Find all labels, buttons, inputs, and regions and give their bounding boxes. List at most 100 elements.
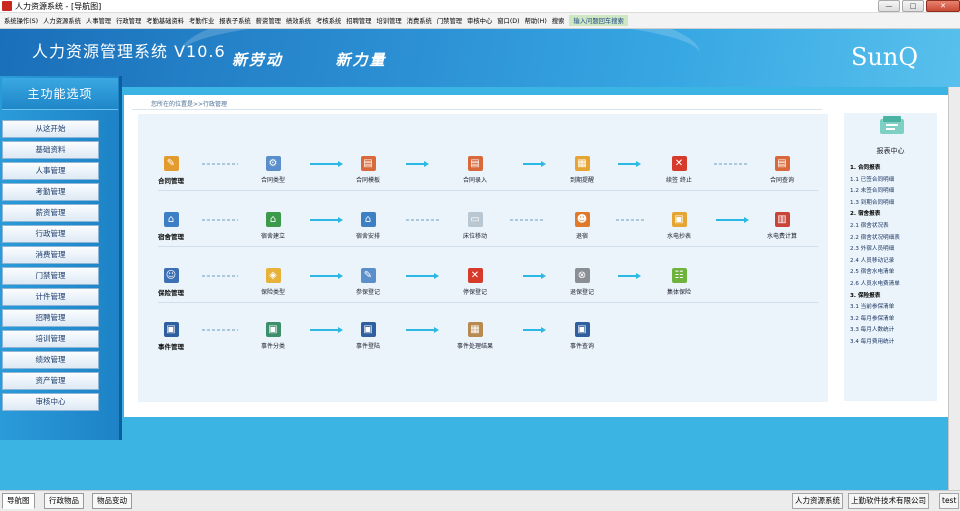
report-section[interactable]: 2. 宿舍报表 [850,209,936,221]
calendar-icon: ▦ [574,156,590,171]
flow-suspend[interactable]: ✕ 停保登记 [446,268,504,296]
report-center-icon[interactable] [878,116,906,136]
menu-attendance-basic[interactable]: 考勤基础资料 [146,16,184,25]
flow-insurance-head[interactable]: ☺ 保险管理 [142,268,200,297]
report-section[interactable]: 1. 合同报表 [850,163,936,175]
flow-event-query[interactable]: ▣ 事件查询 [553,322,611,350]
flow-event-head[interactable]: ▣ 事件管理 [142,322,200,351]
flow-dorm-head[interactable]: ⌂ 宿舍管理 [142,212,200,241]
insurance-icon: ☺ [163,268,179,283]
report-item[interactable]: 2.5 宿舍水电清单 [850,267,936,279]
report-item[interactable]: 2.6 人员水电费清单 [850,279,936,291]
flow-expiry-reminder[interactable]: ▦ 到期提醒 [553,156,611,184]
slogan-part-2: 新力量 [335,51,387,69]
menu-help[interactable]: 帮助(H) [525,16,547,25]
flow-enroll[interactable]: ✎ 参保登记 [339,268,397,296]
row-divider [158,246,818,247]
report-item[interactable]: 2.3 外宿人员明细 [850,244,936,256]
slogan: 新劳动 新力量 [232,49,387,70]
search-input[interactable]: 输入问题回车搜索 [569,15,628,26]
main-panel: 您所在的位置是>>行政管理 ✎ 合同管理 ⚙ 合同类型 ▤ 合同模板 ▤ 合同录… [124,95,948,417]
flow-event-category[interactable]: ▣ 事件分类 [244,322,302,350]
flow-bed-move[interactable]: ▭ 床位移动 [446,212,504,240]
flow-event-result[interactable]: ▦ 事件处理结果 [446,322,504,350]
report-section[interactable]: 3. 保险报表 [850,291,936,303]
tab-item-changes[interactable]: 物品变动 [92,493,132,509]
sidebar-item-start[interactable]: 从这开始 [2,120,99,138]
menu-consumption[interactable]: 消费系统 [407,16,432,25]
report-item[interactable]: 3.2 每月参保清单 [850,314,936,326]
flow-checkout[interactable]: ☻ 退宿 [553,212,611,240]
flow-group-insurance[interactable]: ☷ 集体保险 [650,268,708,296]
close-button[interactable]: ✕ [926,0,960,12]
flow-arrow [406,273,439,279]
report-item[interactable]: 3.3 每月人数统计 [850,325,936,337]
flow-insurance-type[interactable]: ◈ 保险类型 [244,268,302,296]
report-item[interactable]: 1.3 到期合同明细 [850,198,936,210]
flow-meter-reading[interactable]: ▣ 水电抄表 [650,212,708,240]
window-controls: — □ ✕ [876,0,960,13]
sidebar-item-audit[interactable]: 审核中心 [2,393,99,411]
insurance-type-icon: ◈ [265,268,281,283]
sidebar-item-access[interactable]: 门禁管理 [2,267,99,285]
flow-dorm-setup[interactable]: ⌂ 宿舍建立 [244,212,302,240]
flow-contract-template[interactable]: ▤ 合同模板 [339,156,397,184]
flow-dorm-assign[interactable]: ⌂ 宿舍安排 [339,212,397,240]
menu-hr-system[interactable]: 人力资源系统 [43,16,81,25]
report-item[interactable]: 3.1 当前参保清单 [850,302,936,314]
menu-audit[interactable]: 审核中心 [467,16,492,25]
maximize-button[interactable]: □ [902,0,924,12]
sidebar-item-basic-data[interactable]: 基础资料 [2,141,99,159]
tab-navigation[interactable]: 导航图 [2,493,35,509]
menu-salary[interactable]: 薪资管理 [256,16,281,25]
dorm-setup-icon: ⌂ [265,212,281,227]
report-item[interactable]: 1.1 已签合同明细 [850,175,936,187]
flow-withdraw[interactable]: ⊗ 退保登记 [553,268,611,296]
menu-attendance-ops[interactable]: 考勤作业 [189,16,214,25]
sidebar-item-training[interactable]: 培训管理 [2,330,99,348]
sidebar-item-attendance[interactable]: 考勤管理 [2,183,99,201]
sidebar-item-consumption[interactable]: 消费管理 [2,246,99,264]
menu-window[interactable]: 窗口(D) [497,16,519,25]
report-item[interactable]: 2.2 宿舍状况明细表 [850,233,936,245]
menu-assessment[interactable]: 考核系统 [316,16,341,25]
report-item[interactable]: 2.1 宿舍状况表 [850,221,936,233]
menu-access[interactable]: 门禁管理 [437,16,462,25]
flow-connector [202,219,238,222]
sidebar-item-admin[interactable]: 行政管理 [2,225,99,243]
sidebar-item-salary[interactable]: 薪资管理 [2,204,99,222]
flow-connector [616,219,646,222]
menu-system[interactable]: 系统操作(S) [4,16,38,25]
report-item[interactable]: 3.4 每月费用统计 [850,337,936,349]
report-item[interactable]: 1.2 未签合同明细 [850,186,936,198]
flow-utility-calc[interactable]: ▥ 水电费计算 [753,212,811,240]
menu-performance[interactable]: 绩效系统 [286,16,311,25]
sidebar-item-piecework[interactable]: 计件管理 [2,288,99,306]
menu-personnel[interactable]: 人事管理 [86,16,111,25]
sidebar-item-performance[interactable]: 绩效管理 [2,351,99,369]
report-center: 报表中心 1. 合同报表 1.1 已签合同明细 1.2 未签合同明细 1.3 到… [844,113,937,401]
flow-event-register[interactable]: ▣ 事件登陆 [339,322,397,350]
flow-contract-head[interactable]: ✎ 合同管理 [142,156,200,185]
report-item[interactable]: 2.4 人员移动记录 [850,256,936,268]
sidebar-item-recruit[interactable]: 招聘管理 [2,309,99,327]
menu-reports[interactable]: 报表子系统 [219,16,250,25]
sidebar-item-assets[interactable]: 资产管理 [2,372,99,390]
breadcrumb: 您所在的位置是>>行政管理 [151,101,228,108]
flow-renew-terminate[interactable]: ✕ 续签 终止 [650,156,708,184]
menu-search[interactable]: 搜索 [552,16,565,25]
sidebar-title: 主功能选项 [2,78,118,110]
sidebar-item-personnel[interactable]: 人事管理 [2,162,99,180]
menu-admin[interactable]: 行政管理 [116,16,141,25]
menu-recruit[interactable]: 招聘管理 [346,16,371,25]
flow-contract-type[interactable]: ⚙ 合同类型 [244,156,302,184]
minimize-button[interactable]: — [878,0,900,12]
flow-contract-query[interactable]: ▤ 合同查询 [753,156,811,184]
tab-admin-items[interactable]: 行政物品 [44,493,84,509]
menu-training[interactable]: 培训管理 [376,16,401,25]
sidebar: 主功能选项 从这开始 基础资料 人事管理 考勤管理 薪资管理 行政管理 消费管理… [0,76,122,440]
breadcrumb-divider [132,109,822,110]
flow-connector [202,275,238,278]
app-title: 人力资源管理系统 V10.6 [32,42,226,61]
flow-contract-entry[interactable]: ▤ 合同录入 [446,156,504,184]
